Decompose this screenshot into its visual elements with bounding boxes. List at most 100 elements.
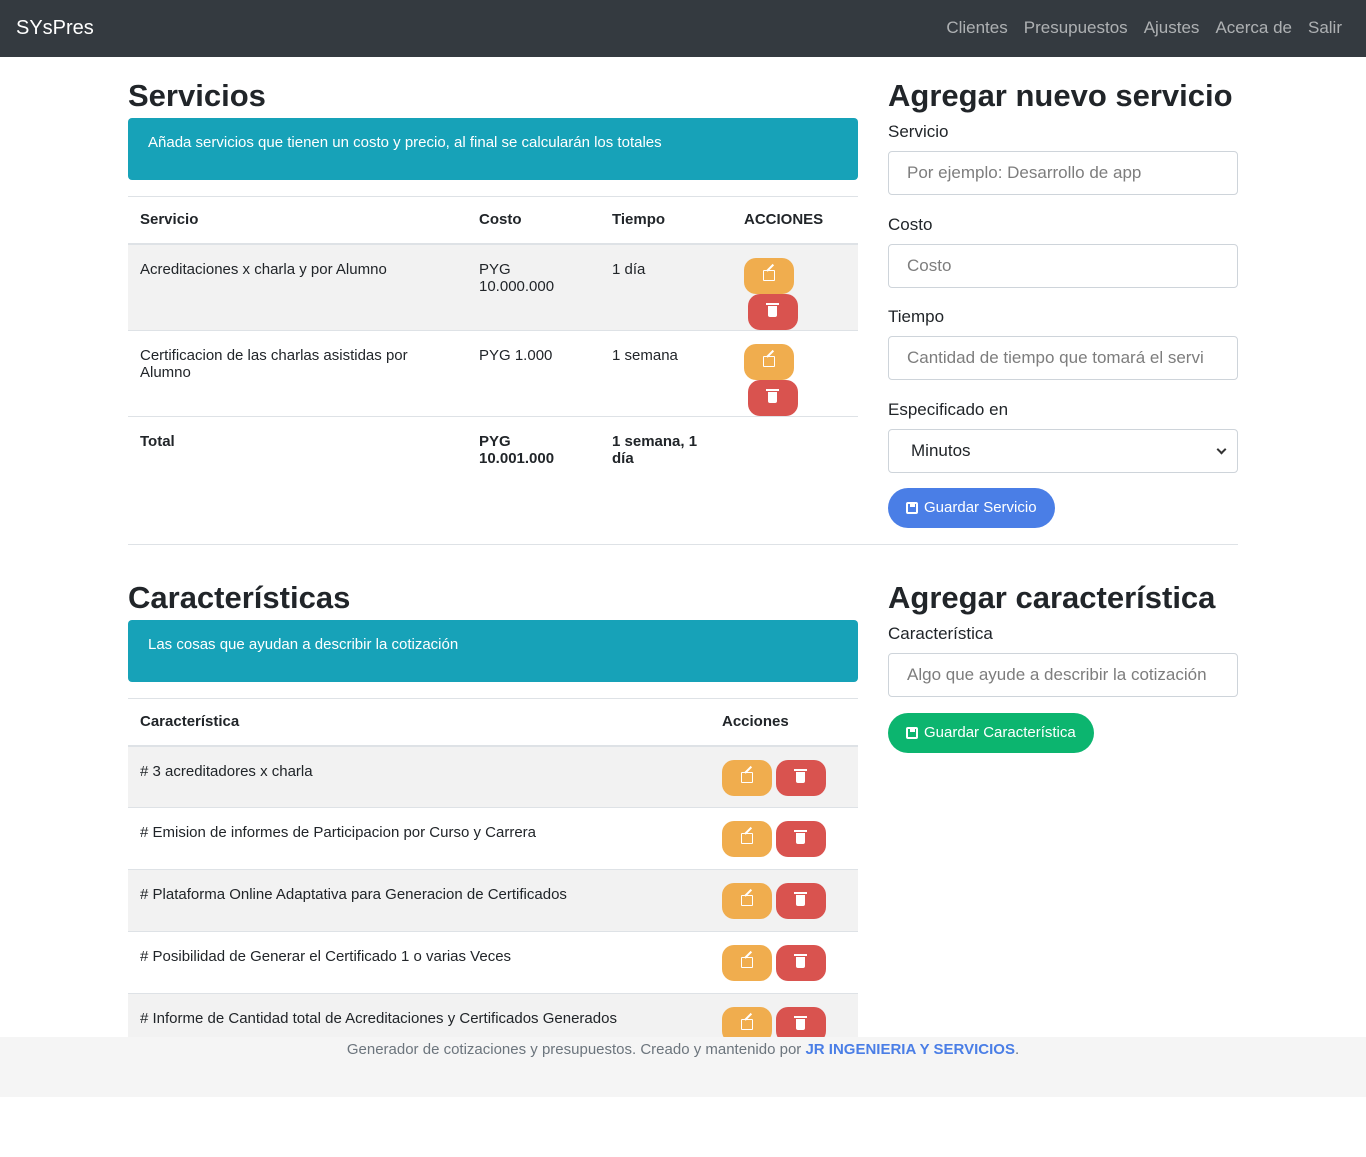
table-row: # 3 acreditadores x charla [128,745,858,808]
col-tiempo: Tiempo [600,196,732,245]
unit-select-value: Minutos [911,441,971,460]
unit-label: Especificado en [888,400,1009,419]
brand-logo[interactable]: SYsPres [16,17,94,40]
section-divider [128,544,1238,545]
services-info-alert: Añada servicios que tienen un costo y pr… [128,118,858,180]
cost-input[interactable] [888,244,1238,288]
delete-button[interactable] [776,1007,826,1037]
total-row: Total PYG 10.001.000 1 semana, 1 día [128,415,858,478]
col-acciones: Acciones [710,698,858,747]
row-actions [732,243,858,330]
feature-text: # 3 acreditadores x charla [128,745,710,808]
service-name: Acreditaciones x charla y por Alumno [128,243,467,330]
edit-button[interactable] [722,1007,772,1037]
edit-icon [741,1019,753,1030]
footer: Generador de cotizaciones y presupuestos… [0,1037,1366,1097]
edit-button[interactable] [722,821,772,857]
table-row: Certificacion de las charlas asistidas p… [128,329,858,416]
save-icon [906,502,918,514]
time-input[interactable] [888,336,1238,380]
service-cost: PYG 1.000 [467,329,600,416]
trash-icon [794,768,807,783]
chevron-down-icon [1216,444,1227,455]
nav-presupuestos[interactable]: Presupuestos [1024,18,1128,38]
nav-ajustes[interactable]: Ajustes [1144,18,1200,38]
table-row: # Plataforma Online Adaptativa para Gene… [128,869,858,932]
edit-button[interactable] [722,883,772,919]
edit-button[interactable] [722,945,772,981]
nav-salir[interactable]: Salir [1308,18,1342,38]
row-actions [710,869,858,932]
edit-button[interactable] [722,759,772,796]
nav-links: Clientes Presupuestos Ajustes Acerca de … [946,18,1342,38]
features-info-alert: Las cosas que ayudan a describir la coti… [128,620,858,682]
edit-icon [741,957,753,968]
edit-icon [741,833,753,844]
row-actions [710,931,858,994]
edit-icon [741,895,753,906]
delete-button[interactable] [776,759,826,796]
row-actions [710,993,858,1037]
nav-clientes[interactable]: Clientes [946,18,1007,38]
trash-icon [766,388,779,403]
unit-select[interactable]: Minutos [888,429,1238,473]
delete-button[interactable] [776,821,826,857]
trash-icon [794,1016,807,1030]
trash-icon [794,830,807,844]
add-feature-title: Agregar característica [888,580,1216,615]
save-service-button[interactable]: Guardar Servicio [888,488,1055,528]
delete-button[interactable] [748,293,798,330]
edit-button[interactable] [744,343,794,380]
nav-acerca-de[interactable]: Acerca de [1215,18,1292,38]
service-cost: PYG 10.000.000 [467,243,600,330]
total-empty [732,415,858,478]
delete-button[interactable] [748,379,798,416]
save-icon [906,727,918,739]
footer-end: . [1014,1041,1020,1058]
col-caracteristica: Característica [128,698,710,747]
service-time: 1 día [600,243,732,330]
feature-text: # Informe de Cantidad total de Acreditac… [128,993,710,1037]
footer-text: Generador de cotizaciones y presupuestos… [346,1041,806,1058]
feature-label: Característica [888,624,993,643]
save-service-label: Guardar Servicio [924,499,1037,516]
trash-icon [766,302,779,317]
row-actions [732,329,858,416]
features-title: Características [128,580,351,615]
feature-text: # Plataforma Online Adaptativa para Gene… [128,869,710,932]
total-time: 1 semana, 1 día [600,415,732,478]
save-feature-button[interactable]: Guardar Característica [888,713,1094,753]
row-actions [710,745,858,808]
table-row: # Informe de Cantidad total de Acreditac… [128,993,858,1037]
features-table: Característica Acciones # 3 acreditadore… [128,698,858,1037]
services-title: Servicios [128,78,266,113]
edit-icon [763,355,775,367]
col-acciones: ACCIONES [732,196,858,245]
service-name: Certificacion de las charlas asistidas p… [128,329,467,416]
trash-icon [794,954,807,968]
add-service-title: Agregar nuevo servicio [888,78,1233,113]
total-label: Total [128,415,467,478]
service-label: Servicio [888,122,949,141]
table-row: Acreditaciones x charla y por Alumno PYG… [128,243,858,330]
trash-icon [794,892,807,906]
service-input[interactable] [888,151,1238,195]
edit-icon [763,269,775,281]
footer-company-link[interactable]: JR INGENIERIA Y SERVICIOS [805,1041,1015,1058]
delete-button[interactable] [776,945,826,981]
table-row: # Posibilidad de Generar el Certificado … [128,931,858,994]
save-feature-label: Guardar Característica [924,724,1076,741]
edit-button[interactable] [744,257,794,294]
col-costo: Costo [467,196,600,245]
navbar: SYsPres Clientes Presupuestos Ajustes Ac… [0,0,1366,57]
services-table: Servicio Costo Tiempo ACCIONES Acreditac… [128,196,858,478]
feature-text: # Posibilidad de Generar el Certificado … [128,931,710,994]
row-actions [710,807,858,870]
service-time: 1 semana [600,329,732,416]
table-row: # Emision de informes de Participacion p… [128,807,858,870]
feature-text: # Emision de informes de Participacion p… [128,807,710,870]
col-servicio: Servicio [128,196,467,245]
edit-icon [741,771,753,783]
delete-button[interactable] [776,883,826,919]
feature-input[interactable] [888,653,1238,697]
